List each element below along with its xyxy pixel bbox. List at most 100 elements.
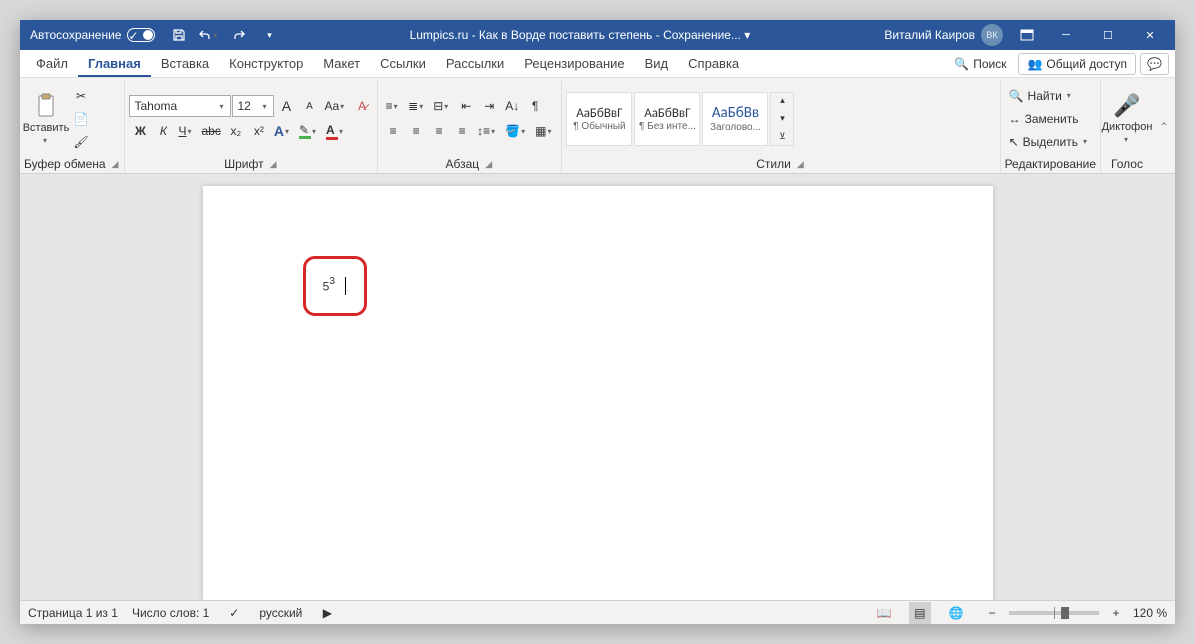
- zoom-in-button[interactable]: +: [1105, 602, 1127, 624]
- redo-icon[interactable]: [227, 23, 251, 47]
- undo-icon[interactable]: ▾: [197, 23, 221, 47]
- style-normal[interactable]: АаБбВвГ ¶ Обычный: [566, 92, 632, 146]
- superscript-button[interactable]: x²: [248, 120, 270, 142]
- close-button[interactable]: ✕: [1129, 20, 1171, 50]
- replace-button[interactable]: ↔Заменить: [1005, 108, 1094, 130]
- save-icon[interactable]: [167, 23, 191, 47]
- format-painter-button[interactable]: 🖌: [70, 131, 92, 153]
- autosave-toggle[interactable]: Автосохранение ✓: [24, 28, 161, 42]
- multilevel-icon: ⊟: [433, 99, 443, 113]
- language-indicator[interactable]: русский: [259, 606, 302, 620]
- sort-icon: A↓: [505, 99, 519, 113]
- pilcrow-button[interactable]: ¶: [524, 95, 546, 117]
- print-layout-button[interactable]: ▤: [909, 602, 931, 624]
- align-right-button[interactable]: ≡: [428, 120, 450, 142]
- style-heading1[interactable]: АаБбВв Заголово...: [702, 92, 768, 146]
- minimize-button[interactable]: ─: [1045, 20, 1087, 50]
- maximize-button[interactable]: ☐: [1087, 20, 1129, 50]
- tab-insert[interactable]: Вставка: [151, 50, 219, 77]
- group-styles: АаБбВвГ ¶ Обычный АаБбВвГ ¶ Без инте... …: [562, 80, 1000, 173]
- clipboard-dialog-launcher[interactable]: ◢: [110, 159, 121, 170]
- styles-row-up[interactable]: ▴: [771, 93, 793, 110]
- read-mode-button[interactable]: 📖: [873, 602, 895, 624]
- tab-layout[interactable]: Макет: [313, 50, 370, 77]
- tab-view[interactable]: Вид: [635, 50, 679, 77]
- dictate-button[interactable]: 🎤 Диктофон ▾: [1105, 82, 1149, 155]
- text-effects-icon: A: [274, 123, 284, 139]
- ribbon-options-icon[interactable]: [1015, 23, 1039, 47]
- copy-button[interactable]: 📄: [70, 108, 92, 130]
- indent-button[interactable]: ⇥: [478, 95, 500, 117]
- grow-font-button[interactable]: A: [275, 95, 297, 117]
- multilevel-button[interactable]: ⊟▾: [430, 95, 454, 117]
- highlight-button[interactable]: ✎▾: [296, 120, 322, 142]
- find-button[interactable]: 🔍Найти▾: [1005, 85, 1094, 107]
- zoom-slider-thumb[interactable]: [1061, 607, 1069, 619]
- styles-gallery-expand[interactable]: ⊻: [771, 128, 793, 145]
- page-indicator[interactable]: Страница 1 из 1: [28, 606, 118, 620]
- paste-button[interactable]: Вставить ▾: [24, 82, 68, 155]
- style-nospacing[interactable]: АаБбВвГ ¶ Без инте...: [634, 92, 700, 146]
- macro-icon[interactable]: ▶: [316, 602, 338, 624]
- borders-button[interactable]: ▦▾: [532, 120, 557, 142]
- user-account[interactable]: Виталий Каиров ВК: [878, 24, 1009, 46]
- zoom-control: − + 120 %: [981, 602, 1167, 624]
- user-avatar: ВК: [981, 24, 1003, 46]
- outdent-icon: ⇤: [461, 99, 471, 113]
- font-color-button[interactable]: A▾: [323, 120, 349, 142]
- tab-design[interactable]: Конструктор: [219, 50, 313, 77]
- text-effects-button[interactable]: A▾: [271, 120, 295, 142]
- font-dialog-launcher[interactable]: ◢: [268, 159, 279, 170]
- select-button[interactable]: ↖Выделить▾: [1005, 131, 1094, 153]
- tab-file[interactable]: Файл: [26, 50, 78, 77]
- tab-home[interactable]: Главная: [78, 50, 151, 77]
- outdent-button[interactable]: ⇤: [455, 95, 477, 117]
- eraser-icon: A̷: [358, 99, 366, 113]
- search-icon: 🔍: [1009, 89, 1024, 103]
- align-right-icon: ≡: [436, 124, 443, 138]
- font-name-select[interactable]: Tahoma▾: [129, 95, 231, 117]
- underline-button[interactable]: Ч▾: [175, 120, 197, 142]
- justify-button[interactable]: ≡: [451, 120, 473, 142]
- collapse-ribbon-button[interactable]: ⌃: [1153, 80, 1175, 173]
- bullets-button[interactable]: ≡▾: [382, 95, 404, 117]
- ribbon-tabs: Файл Главная Вставка Конструктор Макет С…: [20, 50, 1175, 78]
- zoom-level[interactable]: 120 %: [1133, 606, 1167, 620]
- word-count[interactable]: Число слов: 1: [132, 606, 209, 620]
- zoom-slider[interactable]: [1009, 611, 1099, 615]
- cut-button[interactable]: ✂: [70, 85, 92, 107]
- document-page[interactable]: 53: [203, 186, 993, 600]
- strike-button[interactable]: abc: [198, 120, 223, 142]
- align-center-button[interactable]: ≡: [405, 120, 427, 142]
- italic-button[interactable]: К: [152, 120, 174, 142]
- tab-help[interactable]: Справка: [678, 50, 749, 77]
- comments-button[interactable]: 💬: [1140, 53, 1169, 75]
- pilcrow-icon: ¶: [532, 99, 538, 113]
- qat-customize-icon[interactable]: ▾: [257, 23, 281, 47]
- tab-references[interactable]: Ссылки: [370, 50, 436, 77]
- tab-review[interactable]: Рецензирование: [514, 50, 634, 77]
- shrink-font-button[interactable]: A: [298, 95, 320, 117]
- line-spacing-button[interactable]: ↕≡▾: [474, 120, 501, 142]
- align-left-button[interactable]: ≡: [382, 120, 404, 142]
- clear-format-button[interactable]: A̷: [351, 95, 373, 117]
- spellcheck-icon[interactable]: ✓: [223, 602, 245, 624]
- web-layout-button[interactable]: 🌐: [945, 602, 967, 624]
- group-editing: 🔍Найти▾ ↔Заменить ↖Выделить▾ Редактирова…: [1001, 80, 1101, 173]
- zoom-out-button[interactable]: −: [981, 602, 1003, 624]
- shading-button[interactable]: 🪣▾: [502, 120, 531, 142]
- voice-group-label: Голос: [1111, 157, 1143, 171]
- styles-row-down[interactable]: ▾: [771, 110, 793, 127]
- search-box[interactable]: 🔍 Поиск: [946, 53, 1014, 75]
- toggle-switch[interactable]: ✓: [127, 28, 155, 42]
- sort-button[interactable]: A↓: [501, 95, 523, 117]
- numbering-button[interactable]: ≣▾: [405, 95, 429, 117]
- share-button[interactable]: 👥 Общий доступ: [1018, 53, 1136, 75]
- styles-dialog-launcher[interactable]: ◢: [795, 159, 806, 170]
- bold-button[interactable]: Ж: [129, 120, 151, 142]
- tab-mailings[interactable]: Рассылки: [436, 50, 514, 77]
- font-size-select[interactable]: 12▾: [232, 95, 274, 117]
- para-dialog-launcher[interactable]: ◢: [483, 159, 494, 170]
- subscript-button[interactable]: x₂: [225, 120, 247, 142]
- change-case-button[interactable]: Aa▾: [321, 95, 350, 117]
